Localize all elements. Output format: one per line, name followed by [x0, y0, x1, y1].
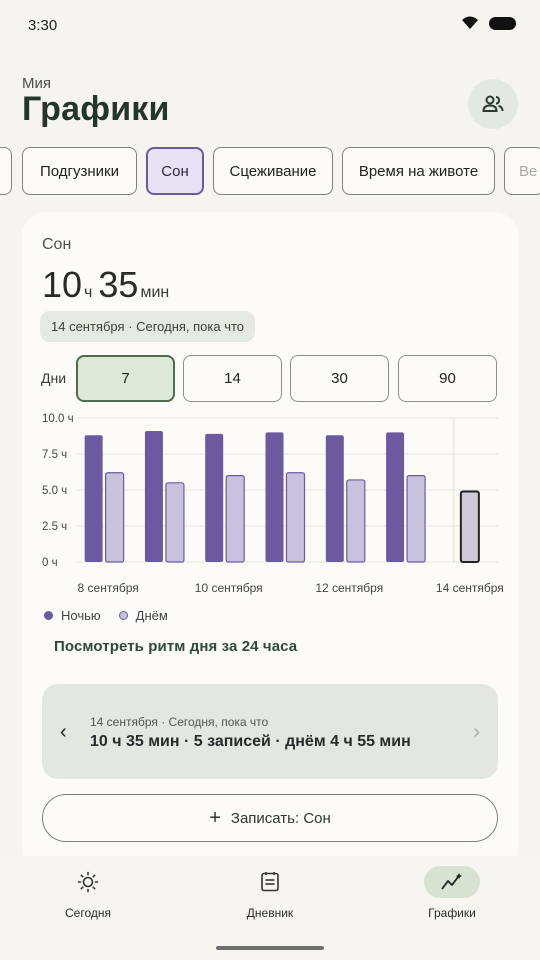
journal-icon [261, 872, 279, 892]
bar-day [459, 490, 480, 563]
bar-night [205, 433, 224, 562]
tab-pumping[interactable]: Сцеживание [213, 147, 333, 195]
nav-journal-pill [242, 866, 298, 898]
minutes-unit: мин [140, 284, 170, 301]
nav-today-pill [60, 866, 116, 898]
nav-today[interactable]: Сегодня [28, 866, 148, 920]
profiles-button[interactable] [468, 79, 518, 129]
record-sleep-label: Записать: Сон [230, 809, 331, 827]
summary-date: 14 сентября · Сегодня, пока что [90, 715, 269, 729]
days-label: Дни [41, 370, 67, 386]
category-tabs: Подгузники Сон Сцеживание Время на живот… [0, 147, 540, 197]
tab-tummy-time[interactable]: Время на животе [342, 147, 495, 195]
bar-night [325, 435, 344, 562]
chart-icon [441, 873, 462, 890]
nav-journal-label: Дневник [246, 906, 294, 920]
nav-journal[interactable]: Дневник [210, 866, 330, 920]
nav-charts[interactable]: Графики [392, 866, 512, 920]
chart-legend: Ночью Днём [44, 608, 186, 623]
day-dot-icon [118, 611, 128, 620]
nav-today-label: Сегодня [65, 906, 111, 920]
bar-night [144, 430, 163, 562]
bottom-navigation: Сегодня Дневник Графики [0, 856, 540, 960]
range-30-button[interactable]: 30 [290, 355, 389, 402]
tab-diapers[interactable]: Подгузники [22, 147, 137, 195]
bar-day [105, 472, 125, 563]
x-tick-label: 8 сентября [78, 581, 139, 595]
bar-day [225, 474, 245, 563]
total-sleep-value: 10 ч 35 мин [42, 264, 175, 306]
tab-sleep[interactable]: Сон [146, 147, 204, 195]
status-icons [461, 16, 516, 30]
chevron-left-icon[interactable]: ‹ [60, 721, 67, 744]
legend-night: Ночью [44, 608, 101, 623]
range-90-button[interactable]: 90 [398, 355, 497, 402]
x-tick-label: 10 сентября [195, 581, 263, 595]
bar-night [265, 432, 284, 562]
status-bar: 3:30 [0, 0, 540, 52]
tab-previous-partial[interactable] [0, 147, 12, 195]
legend-day-label: Днём [135, 608, 168, 623]
sleep-bar-chart: 10.0 ч 7.5 ч 5.0 ч 2.5 ч 0 ч 8 сентября 10 сен… [42, 413, 504, 595]
bar-night [84, 435, 103, 562]
legend-night-label: Ночью [61, 608, 101, 623]
day-rhythm-link[interactable]: Посмотреть ритм дня за 24 часа [54, 638, 297, 655]
x-tick-label: 12 сентября [315, 581, 383, 595]
summary-totals: 10 ч 35 мин · 5 записей · днём 4 ч 55 ми… [90, 733, 411, 750]
bar-night [386, 432, 405, 562]
sleep-chart-card: Сон 10 ч 35 мин 14 сентября · Сегодня, п… [22, 212, 518, 872]
bar-day [406, 474, 426, 563]
minutes-value: 35 [98, 264, 139, 305]
record-sleep-button[interactable]: + Записать: Сон [42, 794, 498, 842]
wifi-icon [462, 16, 478, 29]
legend-day: Днём [118, 608, 168, 623]
hours-unit: ч [84, 284, 93, 301]
range-7-button[interactable]: 7 [76, 355, 175, 402]
card-label: Сон [42, 236, 72, 253]
x-tick-label: 14 сентября [436, 581, 504, 595]
people-icon [482, 95, 504, 112]
range-14-button[interactable]: 14 [183, 355, 282, 402]
y-tick-label: 2.5 ч [42, 521, 67, 533]
y-tick-label: 10.0 ч [42, 413, 74, 425]
y-tick-label: 5.0 ч [42, 485, 67, 497]
home-indicator [216, 946, 324, 950]
nav-charts-label: Графики [428, 906, 476, 920]
bar-day [165, 482, 185, 563]
chevron-right-icon[interactable]: › [473, 721, 480, 744]
page-title: Графики [22, 90, 170, 128]
sun-icon [77, 871, 99, 893]
bar-day [285, 472, 306, 563]
day-summary-panel: ‹ 14 сентября · Сегодня, пока что 10 ч 3… [42, 684, 498, 779]
battery-icon [489, 16, 516, 30]
date-chip: 14 сентября · Сегодня, пока что [40, 311, 256, 342]
plus-icon: + [209, 806, 221, 829]
bar-day [346, 479, 366, 563]
tab-next-partial[interactable]: Ве [504, 147, 540, 195]
status-time: 3:30 [28, 17, 58, 34]
night-dot-icon [44, 611, 53, 620]
y-tick-label: 7.5 ч [42, 449, 67, 461]
nav-charts-pill [424, 866, 480, 898]
y-tick-label: 0 ч [42, 557, 58, 569]
hours-value: 10 [42, 264, 83, 305]
